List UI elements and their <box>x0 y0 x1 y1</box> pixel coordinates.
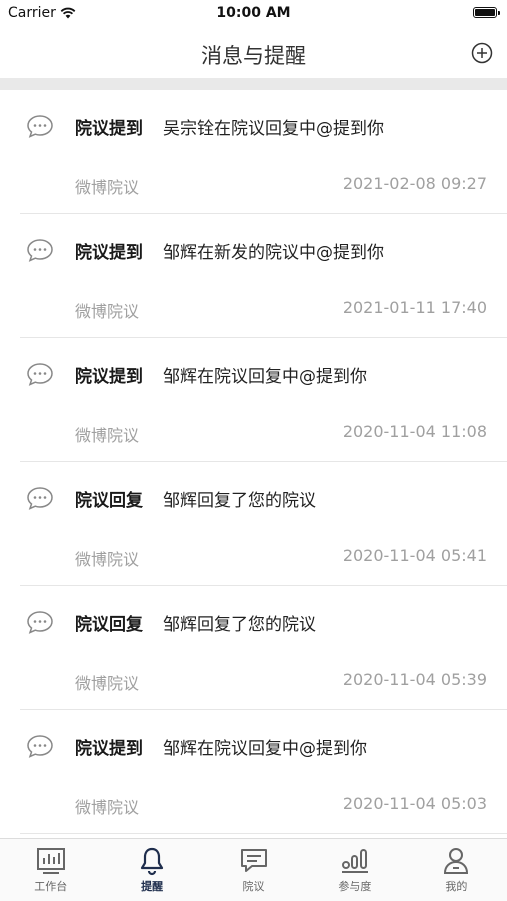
page-title: 消息与提醒 <box>201 44 306 68</box>
tab-label: 参与度 <box>338 880 372 893</box>
message-bubble-icon <box>27 487 53 510</box>
message-time: 2020-11-04 05:03 <box>342 794 487 813</box>
message-time: 2020-11-04 11:08 <box>342 422 487 441</box>
message-type: 院议提到 <box>75 243 143 263</box>
message-source: 微博院议 <box>75 426 140 445</box>
message-bubble-icon <box>27 363 53 386</box>
message-item[interactable]: 院议提到 邹辉在新发的院议中@提到你 微博院议 2021-01-11 17:40 <box>20 214 507 338</box>
header-separator <box>0 78 507 90</box>
chart-icon <box>35 846 67 876</box>
message-content: 邹辉在院议回复中@提到你 <box>163 739 367 759</box>
message-type: 院议回复 <box>75 491 143 511</box>
tab-label: 提醒 <box>141 880 164 893</box>
message-time: 2021-01-11 17:40 <box>342 298 487 317</box>
message-source: 微博院议 <box>75 550 140 569</box>
message-source: 微博院议 <box>75 798 140 817</box>
message-item[interactable]: 院议提到 吴宗铨在院议回复中@提到你 微博院议 2021-02-08 09:27 <box>20 90 507 214</box>
tab-bar: 工作台 提醒 院议 参与度 我的 <box>0 838 507 901</box>
status-bar: Carrier 10:00 AM <box>0 0 507 28</box>
message-time: 2020-11-04 05:41 <box>342 546 487 565</box>
message-item[interactable]: 院议提到 邹辉在院议回复中@提到你 微博院议 2020-11-04 05:03 <box>20 710 507 834</box>
message-type: 院议提到 <box>75 739 143 759</box>
message-content: 邹辉回复了您的院议 <box>163 615 316 635</box>
tab-bars[interactable]: 参与度 <box>304 839 405 901</box>
message-content: 邹辉回复了您的院议 <box>163 491 316 511</box>
tab-label: 院议 <box>242 880 265 893</box>
message-time: 2020-11-04 05:39 <box>342 670 487 689</box>
message-list: 院议提到 吴宗铨在院议回复中@提到你 微博院议 2021-02-08 09:27… <box>0 90 507 834</box>
tab-chat[interactable]: 院议 <box>203 839 304 901</box>
message-type: 院议回复 <box>75 615 143 635</box>
tab-bell[interactable]: 提醒 <box>101 839 202 901</box>
message-type: 院议提到 <box>75 367 143 387</box>
message-bubble-icon <box>27 239 53 262</box>
tab-chart[interactable]: 工作台 <box>0 839 101 901</box>
message-content: 邹辉在院议回复中@提到你 <box>163 367 367 387</box>
chat-icon <box>238 846 270 876</box>
message-content: 邹辉在新发的院议中@提到你 <box>163 243 384 263</box>
add-circle-icon[interactable] <box>471 42 493 64</box>
message-time: 2021-02-08 09:27 <box>342 174 487 193</box>
tab-label: 工作台 <box>34 880 68 893</box>
message-source: 微博院议 <box>75 178 140 197</box>
message-bubble-icon <box>27 115 53 138</box>
message-item[interactable]: 院议回复 邹辉回复了您的院议 微博院议 2020-11-04 05:41 <box>20 462 507 586</box>
message-item[interactable]: 院议回复 邹辉回复了您的院议 微博院议 2020-11-04 05:39 <box>20 586 507 710</box>
message-bubble-icon <box>27 611 53 634</box>
person-icon <box>440 846 472 876</box>
message-content: 吴宗铨在院议回复中@提到你 <box>163 119 384 139</box>
message-type: 院议提到 <box>75 119 143 139</box>
message-source: 微博院议 <box>75 302 140 321</box>
tab-label: 我的 <box>445 880 468 893</box>
message-item[interactable]: 院议提到 邹辉在院议回复中@提到你 微博院议 2020-11-04 11:08 <box>20 338 507 462</box>
message-source: 微博院议 <box>75 674 140 693</box>
tab-person[interactable]: 我的 <box>406 839 507 901</box>
bell-icon <box>136 846 168 876</box>
bars-icon <box>339 846 371 876</box>
nav-bar: 消息与提醒 <box>0 28 507 78</box>
battery-icon <box>473 7 500 18</box>
message-bubble-icon <box>27 735 53 758</box>
status-time: 10:00 AM <box>216 5 291 21</box>
